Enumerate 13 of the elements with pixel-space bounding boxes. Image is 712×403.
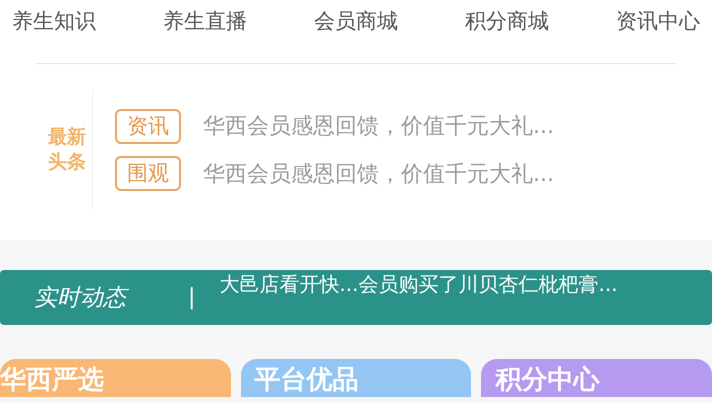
card-title: 积分中心	[495, 367, 601, 393]
tag-label: 围观	[115, 156, 181, 192]
nav-tab[interactable]: 积分商城	[465, 6, 549, 34]
headline-logo-text: 头条	[48, 152, 86, 173]
tag-label: 资讯	[115, 108, 181, 144]
ticker-text: 大邑店看开快...会员购买了川贝杏仁枇杷膏...	[219, 272, 618, 296]
nav-tab[interactable]: 养生知识	[12, 6, 96, 34]
nav-tab[interactable]: 会员商城	[314, 6, 398, 34]
card-title: 平台优品	[254, 367, 360, 393]
nav-tab[interactable]: 养生直播	[163, 6, 247, 34]
nav-tab[interactable]: 资讯中心	[616, 6, 700, 34]
ticker-separator: |	[188, 285, 196, 310]
headline-logo-text: 最新	[48, 127, 86, 148]
